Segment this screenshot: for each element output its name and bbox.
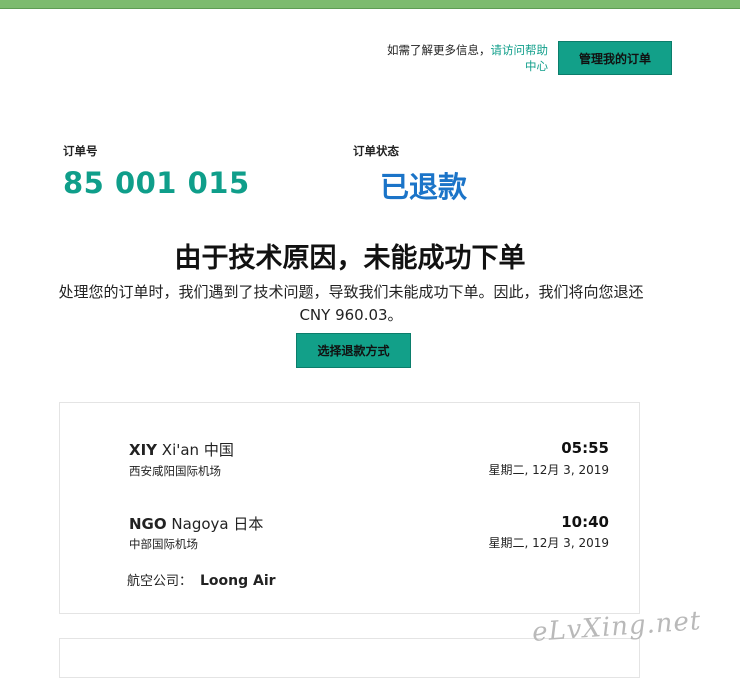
order-status: 已退款 [380,170,468,204]
airline-name: Loong Air [200,573,276,589]
departure-code: XIY [129,441,158,459]
departure-date: 星期二, 12月 3, 2019 [488,463,609,477]
airline-info: 航空公司： Loong Air [127,570,276,589]
departure-airport: 西安咸阳国际机场 [129,464,221,478]
arrival-airport: 中部国际机场 [129,537,198,551]
arrival-code: NGO [129,515,167,533]
arrival-city: Nagoya 日本 [171,515,264,533]
departure-city: Xi'an 中国 [161,441,234,459]
departure-location: XIY Xi'an 中国 [129,439,234,460]
error-headline: 由于技术原因，未能成功下单 [174,243,526,274]
arrival-time: 10:40 [561,513,609,531]
help-text: 如需了解更多信息， [387,43,491,57]
help-notice: 如需了解更多信息，请访问帮助中心 [380,42,548,74]
arrival-location: NGO Nagoya 日本 [129,513,263,534]
departure-time: 05:55 [561,439,609,457]
order-status-label: 订单状态 [353,144,399,158]
order-number-label: 订单号 [63,144,98,158]
choose-refund-method-button[interactable]: 选择退款方式 [296,333,411,368]
error-description: 处理您的订单时，我们遇到了技术问题，导致我们未能成功下单。因此，我们将向您退还 … [58,283,644,324]
arrival-date: 星期二, 12月 3, 2019 [488,536,609,550]
help-center-link[interactable]: 请访问帮助中心 [491,43,549,73]
airline-label: 航空公司： [127,574,193,589]
top-bar [0,0,740,9]
order-number: 85 001 015 [63,166,250,200]
manage-order-button[interactable]: 管理我的订单 [558,41,672,75]
